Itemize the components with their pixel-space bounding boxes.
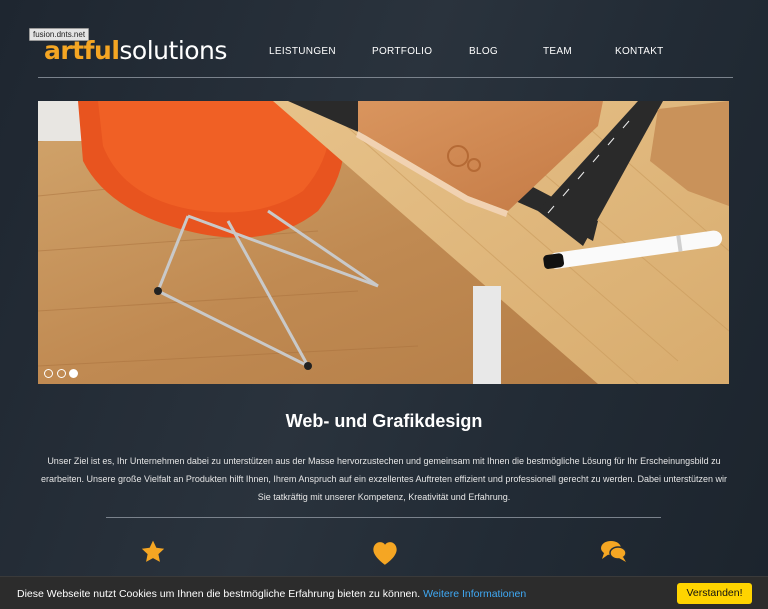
section-divider bbox=[106, 517, 661, 518]
star-icon bbox=[140, 539, 166, 570]
hero-slider[interactable] bbox=[38, 101, 729, 384]
chat-bubbles-icon bbox=[600, 539, 628, 568]
slider-dot-3-active[interactable] bbox=[69, 369, 78, 378]
nav-item-leistungen[interactable]: LEISTUNGEN bbox=[269, 46, 336, 57]
main-navigation: LEISTUNGEN PORTFOLIO BLOG TEAM KONTAKT bbox=[0, 46, 768, 60]
nav-item-team[interactable]: TEAM bbox=[543, 46, 572, 57]
cookie-message-wrapper: Diese Webseite nutzt Cookies um Ihnen di… bbox=[17, 588, 526, 600]
nav-item-portfolio[interactable]: PORTFOLIO bbox=[372, 46, 432, 57]
header-divider bbox=[38, 77, 733, 78]
hero-slide-image bbox=[38, 101, 729, 384]
cookie-banner: Diese Webseite nutzt Cookies um Ihnen di… bbox=[0, 576, 768, 609]
slider-dot-1[interactable] bbox=[44, 369, 53, 378]
nav-item-kontakt[interactable]: KONTAKT bbox=[615, 46, 664, 57]
heart-icon bbox=[370, 539, 400, 571]
nav-item-blog[interactable]: BLOG bbox=[469, 46, 498, 57]
slider-dot-2[interactable] bbox=[57, 369, 66, 378]
section-heading: Web- und Grafikdesign bbox=[285, 411, 483, 431]
cookie-message: Diese Webseite nutzt Cookies um Ihnen di… bbox=[17, 588, 421, 600]
cookie-more-info-link[interactable]: Weitere Informationen bbox=[423, 588, 526, 600]
intro-paragraph: Unser Ziel ist es, Ihr Unternehmen dabei… bbox=[40, 456, 728, 502]
cookie-accept-button[interactable]: Verstanden! bbox=[677, 583, 752, 604]
